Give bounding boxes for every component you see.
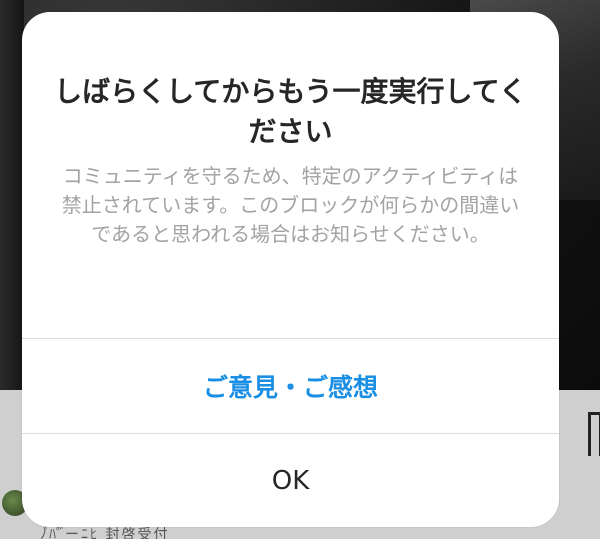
screen: ﾉ゙ﾊﾟ゙ーﾆﾋ 封啓受付 しばらくしてからもう一度実行してください コミュニテ… xyxy=(0,0,600,539)
alert-dialog: しばらくしてからもう一度実行してください コミュニティを守るため、特定のアクティ… xyxy=(22,12,559,527)
ok-button-label: OK xyxy=(271,466,310,496)
feedback-button[interactable]: ご意見・ご感想 xyxy=(22,339,559,433)
alert-message: コミュニティを守るため、特定のアクティビティは禁止されています。このブロックが何… xyxy=(61,164,520,246)
bookmark-icon xyxy=(588,412,600,456)
background-photo-edge xyxy=(0,0,24,390)
alert-title: しばらくしてからもう一度実行してください xyxy=(54,75,527,148)
ok-button[interactable]: OK xyxy=(22,434,559,527)
feedback-button-label: ご意見・ご感想 xyxy=(202,373,378,402)
